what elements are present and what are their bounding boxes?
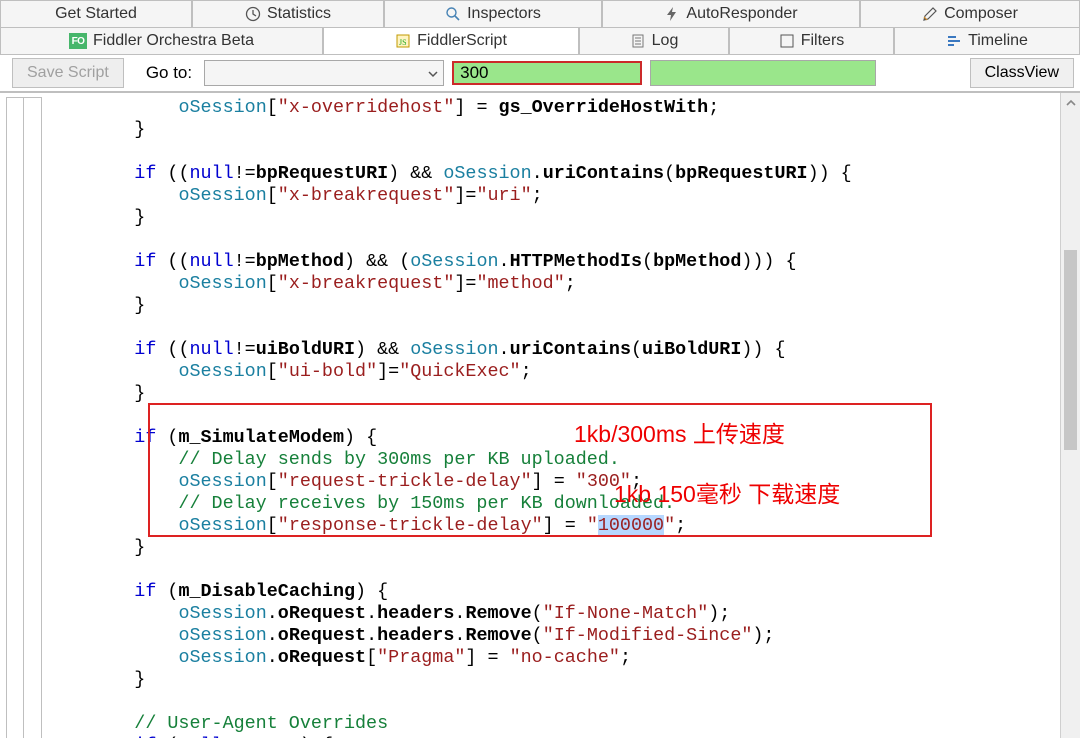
lightning-icon xyxy=(664,6,680,22)
svg-text:JS: JS xyxy=(399,38,407,47)
timeline-icon xyxy=(946,33,962,49)
scroll-track[interactable] xyxy=(1061,112,1080,738)
clock-icon xyxy=(245,6,261,22)
scroll-thumb[interactable] xyxy=(1064,250,1077,450)
tab-fiddler-orchestra-beta[interactable]: FO Fiddler Orchestra Beta xyxy=(0,27,323,54)
tab-label: Inspectors xyxy=(467,5,541,23)
save-script-button[interactable]: Save Script xyxy=(12,58,124,88)
tab-autoresponder[interactable]: AutoResponder xyxy=(602,0,860,27)
magnifier-icon xyxy=(445,6,461,22)
tab-fiddlerscript[interactable]: JS FiddlerScript xyxy=(323,27,579,54)
tab-label: Statistics xyxy=(267,5,331,23)
chevron-down-icon xyxy=(427,67,439,79)
code-editor[interactable]: oSession["x-overridehost"] = gs_Override… xyxy=(0,92,1080,738)
tab-filters[interactable]: Filters xyxy=(729,27,894,54)
tab-label: AutoResponder xyxy=(686,5,797,23)
goto-label: Go to: xyxy=(132,63,196,83)
find-results-indicator xyxy=(650,60,876,86)
goto-combo[interactable] xyxy=(204,60,444,86)
gutter-divider xyxy=(23,97,24,738)
tab-log[interactable]: Log xyxy=(579,27,729,54)
code-body[interactable]: oSession["x-overridehost"] = gs_Override… xyxy=(42,97,852,738)
tab-statistics[interactable]: Statistics xyxy=(192,0,384,27)
gutter xyxy=(6,97,42,738)
classview-button[interactable]: ClassView xyxy=(970,58,1074,88)
script-toolbar: Save Script Go to: 300 ClassView xyxy=(0,55,1080,92)
checkbox-icon xyxy=(779,33,795,49)
tab-timeline[interactable]: Timeline xyxy=(894,27,1080,54)
tab-label: Log xyxy=(652,32,679,50)
find-input[interactable]: 300 xyxy=(452,61,642,85)
tab-inspectors[interactable]: Inspectors xyxy=(384,0,602,27)
button-label: Save Script xyxy=(27,64,109,82)
tab-get-started[interactable]: Get Started xyxy=(0,0,192,27)
document-icon xyxy=(630,33,646,49)
find-value: 300 xyxy=(460,63,488,83)
tab-label: Filters xyxy=(801,32,845,50)
vertical-scrollbar[interactable] xyxy=(1060,93,1080,738)
pencil-icon xyxy=(922,6,938,22)
tab-label: Get Started xyxy=(55,5,137,23)
tab-label: Fiddler Orchestra Beta xyxy=(93,32,254,50)
script-icon: JS xyxy=(395,33,411,49)
button-label: ClassView xyxy=(985,64,1059,82)
tab-label: Timeline xyxy=(968,32,1028,50)
tab-label: Composer xyxy=(944,5,1018,23)
tab-label: FiddlerScript xyxy=(417,32,507,50)
tab-composer[interactable]: Composer xyxy=(860,0,1080,27)
scroll-up-arrow[interactable] xyxy=(1061,93,1080,112)
tab-row-2: FO Fiddler Orchestra Beta JS FiddlerScri… xyxy=(0,27,1080,54)
tab-row-1: Get Started Statistics Inspectors AutoRe… xyxy=(0,0,1080,27)
fo-badge-icon: FO xyxy=(69,33,87,49)
tab-strip: Get Started Statistics Inspectors AutoRe… xyxy=(0,0,1080,55)
selected-text: 100000 xyxy=(598,515,664,536)
